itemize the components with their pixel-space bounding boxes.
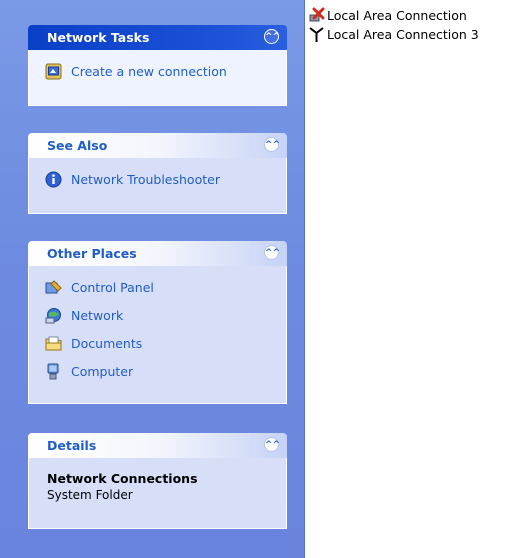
network-tasks-panel: Network Tasks ^^ Create a new connection (28, 25, 287, 106)
see-also-panel: See Also ^^ Network Troubleshooter (28, 133, 287, 214)
see-also-body: Network Troubleshooter (28, 158, 287, 214)
details-folder-name: Network Connections (47, 471, 198, 486)
collapse-chevron-icon[interactable]: ^^ (264, 245, 280, 260)
network-troubleshooter-link[interactable]: Network Troubleshooter (45, 165, 286, 193)
info-icon (45, 171, 62, 187)
see-also-title: See Also (47, 138, 108, 153)
network-label: Network (71, 307, 124, 323)
connections-list: Local Area Connection Local Area Connect… (308, 6, 509, 44)
disconnected-network-icon (309, 7, 325, 22)
network-link[interactable]: Network (45, 301, 286, 329)
details-panel: Details ^^ Network Connections System Fo… (28, 433, 287, 529)
other-places-title: Other Places (47, 246, 137, 261)
create-new-connection-link[interactable]: Create a new connection (45, 57, 286, 85)
other-places-body: Control Panel Network Documents Computer (28, 266, 287, 404)
documents-link[interactable]: Documents (45, 329, 286, 357)
network-tasks-body: Create a new connection (28, 50, 287, 106)
connection-label: Local Area Connection 3 (327, 27, 479, 42)
network-antenna-icon (309, 27, 324, 42)
collapse-chevron-icon[interactable]: ^^ (264, 437, 280, 452)
details-folder-type: System Folder (47, 488, 133, 502)
computer-link[interactable]: Computer (45, 357, 286, 385)
new-connection-icon (45, 63, 62, 79)
other-places-panel: Other Places ^^ Control Panel Network Do… (28, 241, 287, 404)
details-header[interactable]: Details ^^ (28, 433, 287, 458)
documents-label: Documents (71, 335, 143, 351)
documents-folder-icon (45, 336, 62, 350)
list-item[interactable]: Local Area Connection 3 (308, 25, 509, 44)
list-item[interactable]: Local Area Connection (308, 6, 509, 25)
computer-icon (47, 363, 59, 379)
control-panel-label: Control Panel (71, 279, 154, 295)
task-pane: Network Tasks ^^ Create a new connection… (0, 0, 305, 558)
computer-label: Computer (71, 363, 134, 379)
control-panel-link[interactable]: Control Panel (45, 273, 286, 301)
details-body: Network Connections System Folder (28, 458, 287, 529)
other-places-header[interactable]: Other Places ^^ (28, 241, 287, 266)
connection-label: Local Area Connection (327, 8, 467, 23)
network-icon (45, 307, 61, 323)
network-tasks-header[interactable]: Network Tasks ^^ (28, 25, 287, 50)
details-title: Details (47, 438, 97, 453)
collapse-chevron-icon[interactable]: ^^ (264, 29, 280, 44)
network-troubleshooter-label: Network Troubleshooter (71, 171, 220, 187)
collapse-chevron-icon[interactable]: ^^ (264, 137, 280, 152)
control-panel-icon (45, 279, 62, 293)
see-also-header[interactable]: See Also ^^ (28, 133, 287, 158)
network-tasks-title: Network Tasks (47, 30, 150, 45)
create-new-connection-label: Create a new connection (71, 63, 227, 79)
